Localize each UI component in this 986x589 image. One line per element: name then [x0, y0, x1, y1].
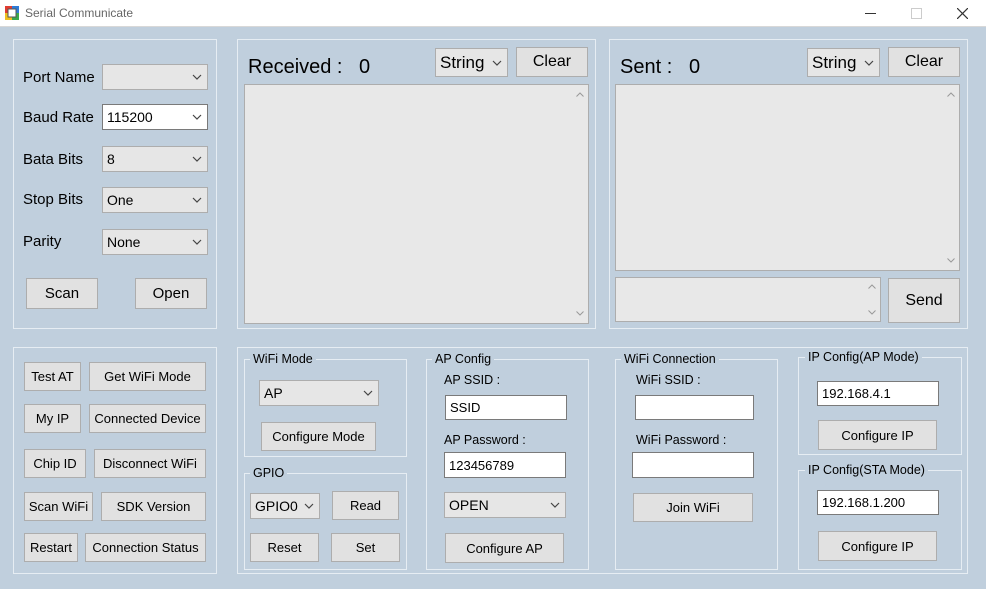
- send-input[interactable]: [615, 277, 881, 322]
- received-clear-button[interactable]: Clear: [516, 47, 588, 77]
- chevron-down-icon: [192, 114, 202, 120]
- parity-label: Parity: [23, 233, 62, 250]
- received-format-select[interactable]: String: [435, 48, 508, 77]
- restart-button[interactable]: Restart: [24, 533, 78, 562]
- configure-ip-ap-button[interactable]: Configure IP: [818, 420, 937, 450]
- connected-device-button[interactable]: Connected Device: [89, 404, 206, 433]
- scroll-up-icon[interactable]: [868, 284, 876, 289]
- data-bits-select[interactable]: 8: [102, 146, 208, 172]
- ip-sta-input[interactable]: [817, 490, 939, 515]
- port-name-label: Port Name: [23, 69, 95, 86]
- sent-textarea[interactable]: [615, 84, 960, 271]
- chevron-down-icon: [192, 239, 202, 245]
- stop-bits-select[interactable]: One: [102, 187, 208, 213]
- sent-label: Sent :: [620, 56, 673, 78]
- test-at-button[interactable]: Test AT: [24, 362, 81, 391]
- baud-rate-label: Baud Rate: [23, 109, 94, 126]
- app-icon: [5, 6, 19, 20]
- open-button[interactable]: Open: [135, 278, 207, 309]
- wifi-mode-select[interactable]: AP: [259, 380, 379, 406]
- close-button[interactable]: [940, 0, 986, 27]
- received-count: 0: [359, 56, 371, 78]
- maximize-button[interactable]: [894, 0, 940, 27]
- chevron-down-icon: [304, 503, 314, 509]
- wifi-connection-title: WiFi Connection: [621, 352, 719, 366]
- maximize-icon: [911, 8, 922, 19]
- chevron-down-icon: [192, 156, 202, 162]
- configure-ip-sta-button[interactable]: Configure IP: [818, 531, 937, 561]
- sent-clear-button[interactable]: Clear: [888, 47, 960, 77]
- scroll-down-icon[interactable]: [576, 311, 584, 316]
- gpio-title: GPIO: [250, 466, 288, 480]
- chevron-down-icon: [192, 74, 202, 80]
- gpio-read-button[interactable]: Read: [332, 491, 399, 520]
- minimize-icon: [865, 13, 876, 14]
- stop-bits-label: Stop Bits: [23, 191, 84, 208]
- ap-ssid-label: AP SSID :: [444, 373, 501, 387]
- ip-sta-title: IP Config(STA Mode): [805, 463, 928, 477]
- wifi-password-label: WiFi Password :: [636, 433, 727, 447]
- chevron-down-icon: [550, 502, 560, 508]
- gpio-reset-button[interactable]: Reset: [250, 533, 319, 562]
- wifi-ssid-input[interactable]: [635, 395, 754, 420]
- configure-mode-button[interactable]: Configure Mode: [261, 422, 376, 451]
- minimize-button[interactable]: [848, 0, 894, 27]
- join-wifi-button[interactable]: Join WiFi: [633, 493, 753, 522]
- sent-count: 0: [689, 56, 701, 78]
- wifi-mode-title: WiFi Mode: [250, 352, 316, 366]
- received-textarea[interactable]: [244, 84, 589, 324]
- configure-ap-button[interactable]: Configure AP: [445, 533, 564, 563]
- sdk-version-button[interactable]: SDK Version: [101, 492, 206, 521]
- ap-ssid-input[interactable]: [445, 395, 567, 420]
- data-bits-label: Bata Bits: [23, 151, 84, 168]
- received-label: Received :: [248, 56, 343, 78]
- scan-wifi-button[interactable]: Scan WiFi: [24, 492, 93, 521]
- title-bar: Serial Communicate: [0, 0, 986, 27]
- chevron-down-icon: [363, 390, 373, 396]
- ap-encryption-select[interactable]: OPEN: [444, 492, 566, 518]
- chevron-down-icon: [864, 60, 874, 66]
- baud-rate-select[interactable]: 115200: [102, 104, 208, 130]
- send-button[interactable]: Send: [888, 278, 960, 323]
- parity-select[interactable]: None: [102, 229, 208, 255]
- gpio-set-button[interactable]: Set: [331, 533, 400, 562]
- get-wifi-mode-button[interactable]: Get WiFi Mode: [89, 362, 206, 391]
- connection-status-button[interactable]: Connection Status: [85, 533, 206, 562]
- scan-button[interactable]: Scan: [26, 278, 98, 309]
- scroll-up-icon[interactable]: [576, 92, 584, 97]
- port-name-select[interactable]: [102, 64, 208, 90]
- ap-config-title: AP Config: [432, 352, 495, 366]
- scroll-down-icon[interactable]: [868, 310, 876, 315]
- gpio-pin-select[interactable]: GPIO0: [250, 493, 320, 519]
- chevron-down-icon: [492, 60, 502, 66]
- ip-ap-input[interactable]: [817, 381, 939, 406]
- ip-ap-title: IP Config(AP Mode): [805, 350, 922, 364]
- scroll-down-icon[interactable]: [947, 258, 955, 263]
- ap-password-input[interactable]: [444, 452, 566, 478]
- wifi-ssid-label: WiFi SSID :: [636, 373, 701, 387]
- wifi-password-input[interactable]: [632, 452, 754, 478]
- close-icon: [957, 8, 968, 19]
- scroll-up-icon[interactable]: [947, 92, 955, 97]
- chip-id-button[interactable]: Chip ID: [24, 449, 86, 478]
- chevron-down-icon: [192, 197, 202, 203]
- disconnect-wifi-button[interactable]: Disconnect WiFi: [94, 449, 206, 478]
- window-title: Serial Communicate: [25, 6, 134, 20]
- my-ip-button[interactable]: My IP: [24, 404, 81, 433]
- ap-password-label: AP Password :: [444, 433, 526, 447]
- sent-format-select[interactable]: String: [807, 48, 880, 77]
